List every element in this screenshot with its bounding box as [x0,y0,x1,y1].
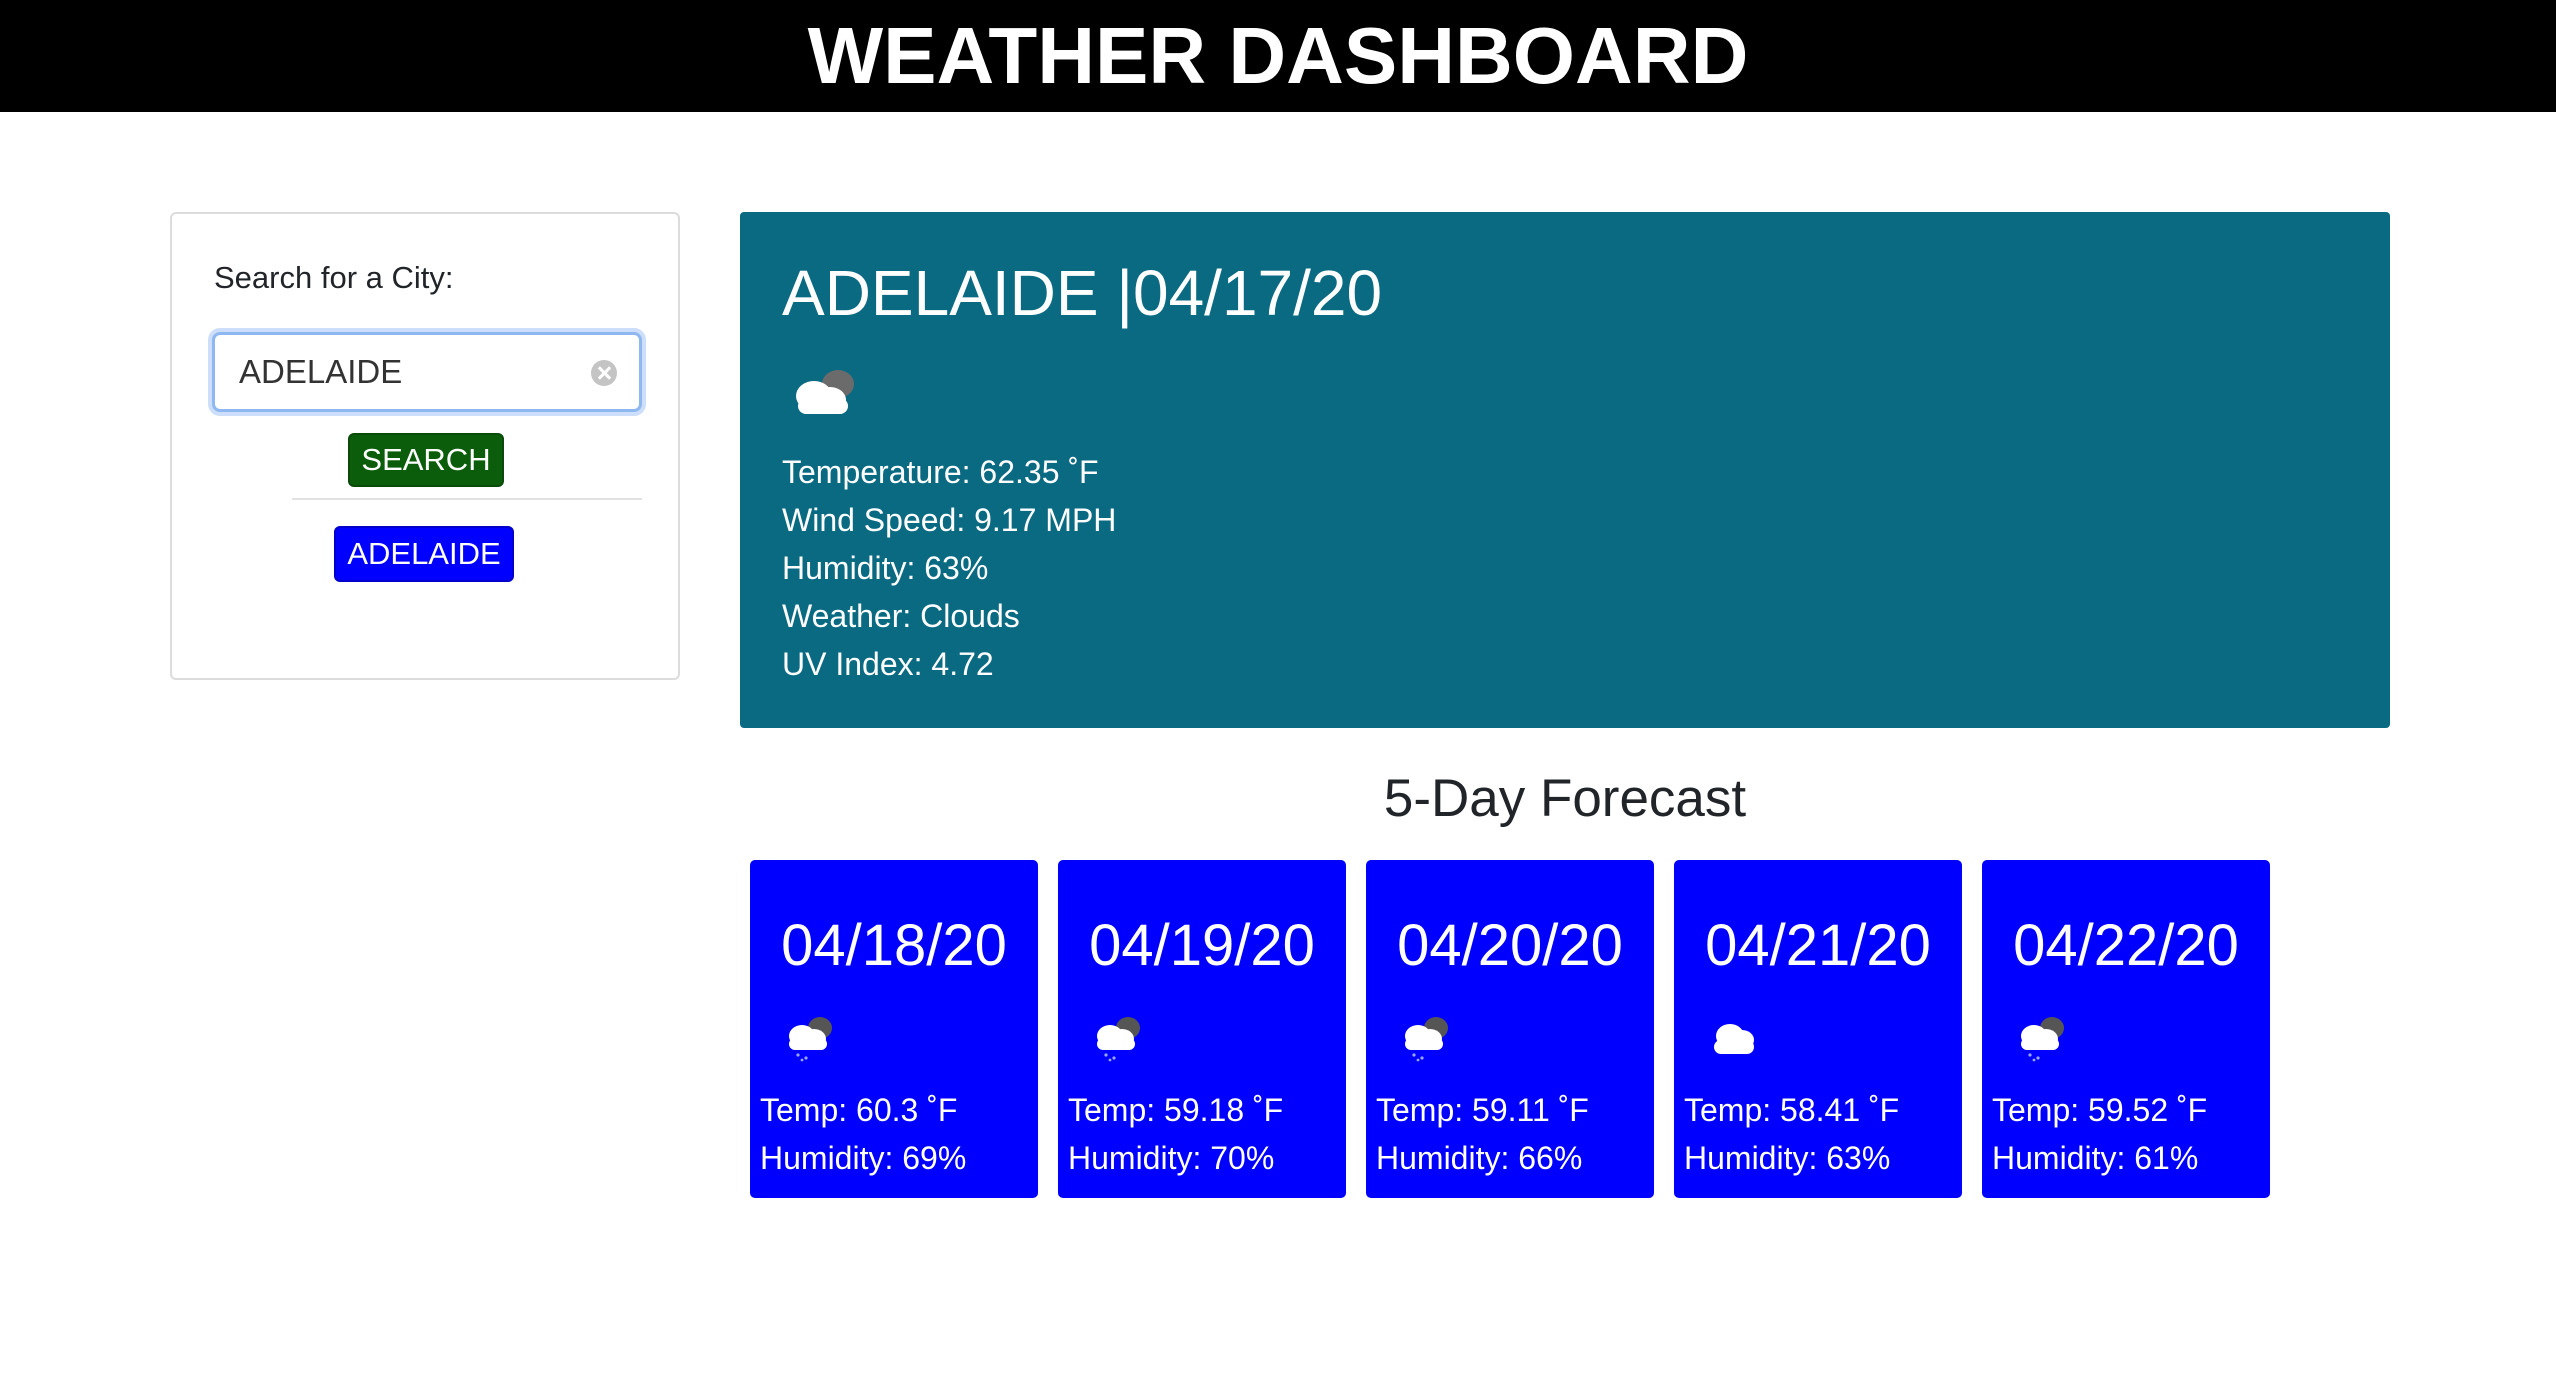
search-panel: Search for a City: SEARCH ADELAIDE [170,212,680,680]
current-humidity: Humidity: 63% [782,550,989,586]
current-wind-speed: Wind Speed: 9.17 MPH [782,502,1117,538]
forecast-row: 04/18/20 Temp: 60.3 ˚F Humidity: 69% 04/… [750,860,2270,1198]
forecast-humidity: Humidity: 63% [1684,1140,1891,1176]
forecast-date: 04/20/20 [1397,913,1623,978]
forecast-title: 5-Day Forecast [1383,769,1747,828]
current-details: Temperature: 62.35 ˚F Wind Speed: 9.17 M… [782,448,1116,688]
forecast-humidity: Humidity: 69% [760,1140,967,1176]
cloud-icon [1714,1024,1754,1054]
forecast-temp: Temp: 60.3 ˚F [760,1092,958,1128]
forecast-card: 04/20/20 Temp: 59.11 ˚F Humidity: 66% [1366,860,1654,1198]
forecast-temp: Temp: 58.41 ˚F [1684,1092,1900,1128]
search-input-wrapper[interactable] [212,332,642,412]
rain-clouds-icon [1405,1017,1448,1062]
app-header: WEATHER DASHBOARD [0,0,2556,112]
search-button[interactable]: SEARCH [348,433,504,487]
rain-clouds-icon [2021,1017,2064,1062]
forecast-humidity: Humidity: 61% [1992,1140,2199,1176]
page-title: WEATHER DASHBOARD [807,11,1749,100]
divider [292,498,642,500]
search-input[interactable] [215,353,565,391]
forecast-card: 04/21/20 Temp: 58.41 ˚F Humidity: 63% [1674,860,1962,1198]
forecast-temp: Temp: 59.18 ˚F [1068,1092,1284,1128]
forecast-date: 04/21/20 [1705,913,1931,978]
forecast-date: 04/18/20 [781,913,1007,978]
forecast-card: 04/19/20 Temp: 59.18 ˚F Humidity: 70% [1058,860,1346,1198]
forecast-humidity: Humidity: 66% [1376,1140,1583,1176]
forecast-humidity: Humidity: 70% [1068,1140,1275,1176]
forecast-temp: Temp: 59.52 ˚F [1992,1092,2208,1128]
history-item-adelaide[interactable]: ADELAIDE [334,526,514,582]
current-temperature: Temperature: 62.35 ˚F [782,454,1099,490]
search-label: Search for a City: [214,260,454,295]
current-weather-card: ADELAIDE |04/17/20 Temperature: 62.35 ˚F… [740,212,2390,728]
forecast-date: 04/19/20 [1089,913,1315,978]
forecast-temp: Temp: 59.11 ˚F [1376,1092,1589,1128]
rain-clouds-icon [1097,1017,1140,1062]
forecast-card: 04/22/20 Temp: 59.52 ˚F Humidity: 61% [1982,860,2270,1198]
rain-clouds-icon [789,1017,832,1062]
forecast-card: 04/18/20 Temp: 60.3 ˚F Humidity: 69% [750,860,1038,1198]
broken-clouds-icon [796,370,854,414]
forecast-date: 04/22/20 [2013,913,2239,978]
current-city-date: ADELAIDE |04/17/20 [782,257,1383,329]
clear-icon[interactable] [591,360,617,386]
current-weather: Weather: Clouds [782,598,1020,634]
current-uv-index: UV Index: 4.72 [782,646,994,682]
